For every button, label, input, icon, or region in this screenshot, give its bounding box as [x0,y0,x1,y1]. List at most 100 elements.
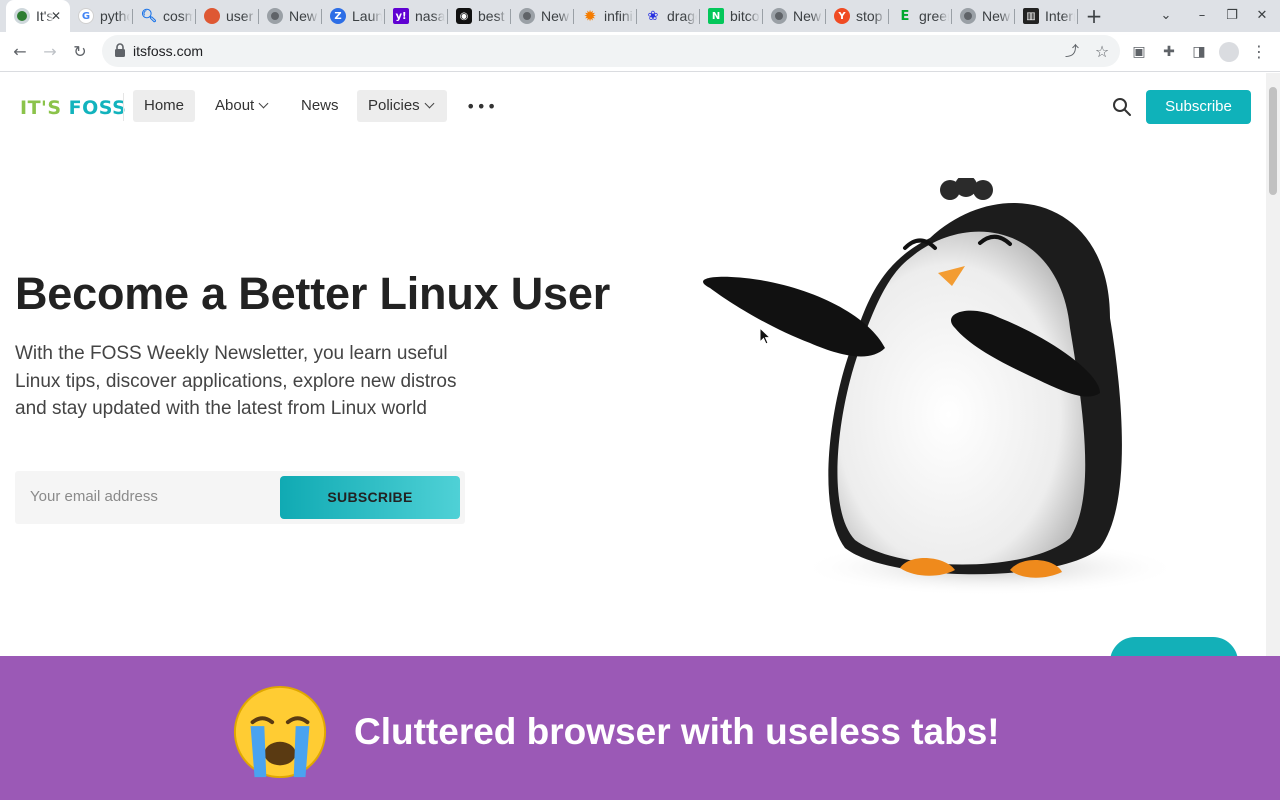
tab-title: stop [856,8,883,24]
sun-icon: ✹ [583,7,597,25]
nav-home-label: Home [144,97,185,114]
nav-policies-label: Policies [368,97,420,114]
logo-its: IT'S [20,97,62,119]
chrome-icon [771,8,787,24]
logo-divider [123,93,124,121]
tab-title: Internet [1045,8,1075,24]
tab[interactable]: ▥ Internet [1015,0,1078,32]
caption-banner: Cluttered browser with useless tabs! [0,656,1280,800]
tab[interactable]: ◉ best [448,0,511,32]
alien-icon: ◉ [456,8,472,24]
yahoo-icon: y! [393,8,409,24]
logo-foss: FOSS [68,97,127,119]
email-input[interactable]: Your email address [30,488,158,505]
mouse-cursor-icon [759,327,771,345]
tab-title: infinity [604,8,634,24]
site-logo[interactable]: IT'S FOSS [20,97,126,119]
lock-icon [115,43,125,57]
extensions-puzzle-icon[interactable]: ✚ [1156,39,1182,65]
chevron-down-icon [424,98,435,109]
search-icon[interactable] [1112,97,1132,117]
web-page: IT'S FOSS Home About News Policies ••• S… [0,73,1266,656]
back-icon[interactable]: ← [7,39,33,65]
tab-title: New Tab [289,8,319,24]
menu-icon[interactable]: ⋮ [1246,39,1272,65]
tab[interactable]: ✹ infinity [574,0,637,32]
newsletter-form: Your email address SUBSCRIBE [15,471,465,524]
browser-toolbar: ← → ↻ itsfoss.com ⤴ ☆ ▣ ✚ ◨ ⋮ [0,32,1280,72]
tab[interactable]: New Tab [952,0,1015,32]
tab-title: best [478,8,505,24]
browser-tab-strip: It's FOSS ✕ G python 🔍︎ cosmos user New … [0,0,1280,32]
duckduckgo-icon [204,8,220,24]
google-icon: G [78,8,94,24]
chevron-down-icon [258,98,269,109]
tab[interactable]: user [196,0,259,32]
tab-title: nasa [415,8,445,24]
tab-title: dragon [667,8,697,24]
side-panel-icon[interactable]: ◨ [1186,39,1212,65]
tab-title: green [919,8,949,24]
paw-icon: ❀ [647,8,659,24]
nav-news[interactable]: News [290,90,350,122]
tab-title: user [226,8,254,24]
tab[interactable]: Y stop [826,0,889,32]
e-icon: E [900,8,910,24]
itsfoss-icon [14,8,30,24]
tab-search-icon[interactable]: ⌄ [1155,5,1177,27]
chat-widget-button[interactable] [1110,637,1238,656]
nav-about-label: About [215,97,255,114]
crying-face-icon [233,685,327,779]
close-window-icon[interactable]: ✕ [1251,5,1273,27]
tab-title: Launch [352,8,382,24]
tab-title: bitcoin [730,8,760,24]
bookmark-star-icon[interactable]: ☆ [1089,39,1115,65]
chrome-icon [960,8,976,24]
banner-caption: Cluttered browser with useless tabs! [354,711,1000,752]
tab-title: python [100,8,130,24]
tab-title: New Tab [541,8,571,24]
subscribe-header-button[interactable]: Subscribe [1146,90,1251,124]
tab-title: New Tab [793,8,823,24]
chrome-icon [519,8,535,24]
more-menu-icon[interactable]: ••• [466,97,497,116]
tab[interactable]: y! nasa [385,0,448,32]
tab[interactable]: New Tab [763,0,826,32]
page-scrollbar[interactable] [1266,73,1280,656]
tab[interactable]: New Tab [511,0,574,32]
tab[interactable]: 🔍︎ cosmos [133,0,196,32]
share-icon[interactable]: ⤴ [1059,39,1085,65]
search-icon: 🔍︎ [140,8,158,24]
tab[interactable]: E green [889,0,952,32]
subscribe-button[interactable]: SUBSCRIBE [280,476,460,519]
archive-icon: ▥ [1023,8,1039,24]
close-icon[interactable]: ✕ [48,8,64,24]
nav-home[interactable]: Home [133,90,196,122]
tab[interactable]: ❀ dragon [637,0,700,32]
chrome-icon [267,8,283,24]
tab-list: It's FOSS ✕ G python 🔍︎ cosmos user New … [6,0,1078,32]
extension-folder-icon[interactable]: ▣ [1126,39,1152,65]
tab[interactable]: New Tab [259,0,322,32]
penguin-illustration [703,178,1180,596]
tab[interactable]: It's FOSS ✕ [6,0,70,32]
reload-icon[interactable]: ↻ [67,39,93,65]
tab-title: cosmos [163,8,193,24]
nav-policies[interactable]: Policies [357,90,447,122]
restore-icon[interactable]: ❐ [1221,5,1243,27]
tab[interactable]: Z Launch [322,0,385,32]
hero-subtitle: With the FOSS Weekly Newsletter, you lea… [15,343,457,419]
tab[interactable]: N bitcoin [700,0,763,32]
profile-avatar-icon[interactable] [1216,39,1242,65]
url-text[interactable]: itsfoss.com [133,43,203,59]
new-tab-button[interactable]: + [1083,5,1105,27]
minimize-icon[interactable]: – [1191,5,1213,27]
y-icon: Y [834,8,850,24]
forward-icon[interactable]: → [37,39,63,65]
address-bar[interactable]: itsfoss.com [102,35,1120,67]
hero-title: Become a Better Linux User [15,268,611,319]
nav-about[interactable]: About [204,90,278,122]
tab[interactable]: G python [70,0,133,32]
scrollbar-thumb[interactable] [1269,87,1277,195]
n-icon: N [708,8,724,24]
